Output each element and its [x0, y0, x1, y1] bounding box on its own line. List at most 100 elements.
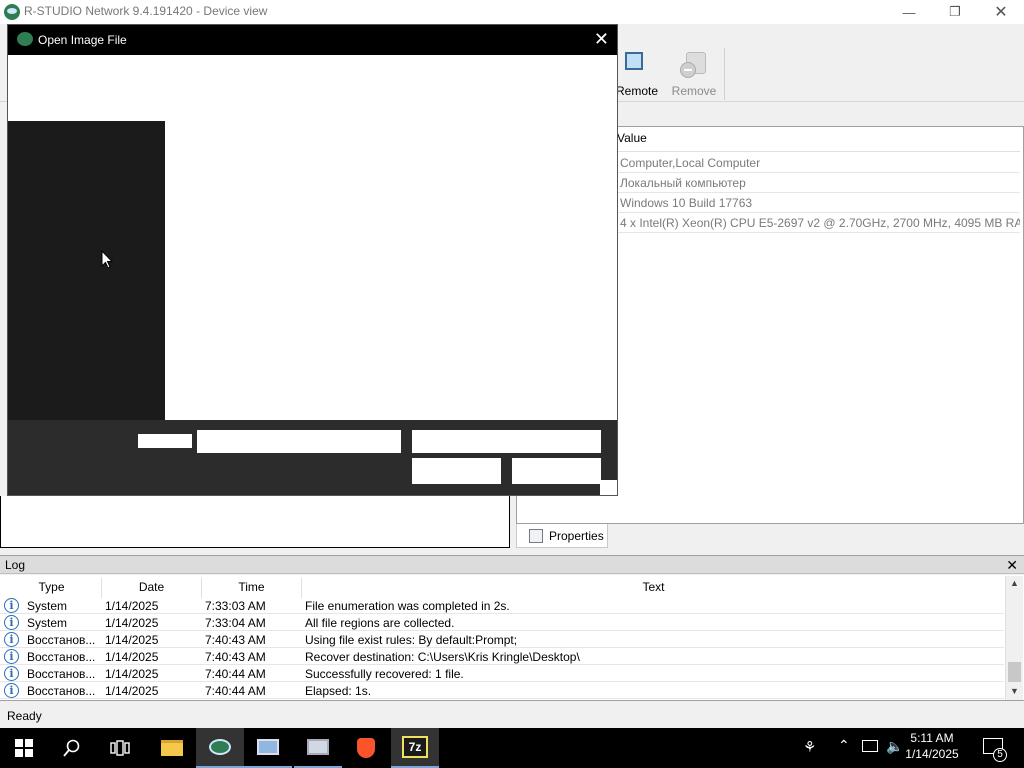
show-hidden-icons-chevron-icon[interactable]: ⌃: [838, 737, 850, 754]
minimize-button[interactable]: —: [886, 0, 932, 24]
log-title: Log: [5, 558, 26, 572]
log-type: Восстанов...: [27, 633, 96, 647]
mouse-cursor-icon: [101, 250, 113, 269]
property-value[interactable]: 4 x Intel(R) Xeon(R) CPU E5-2697 v2 @ 2.…: [616, 213, 1020, 233]
restore-button[interactable]: ❐: [932, 0, 978, 24]
file-name-input[interactable]: [197, 430, 401, 453]
log-time: 7:33:04 AM: [205, 616, 266, 630]
network-drive-icon: [307, 739, 329, 755]
tab-properties-label: Properties: [549, 528, 604, 543]
dialog-close-button[interactable]: ✕: [594, 29, 609, 50]
log-text: All file regions are collected.: [305, 616, 455, 630]
info-icon: i: [4, 598, 19, 613]
task-view-icon: [110, 740, 130, 756]
remove-icon: [680, 50, 708, 78]
log-text: Elapsed: 1s.: [305, 684, 372, 698]
column-header-type[interactable]: Type: [2, 578, 102, 598]
log-row[interactable]: i System 1/14/2025 7:33:04 AM All file r…: [0, 614, 1004, 631]
column-header-text[interactable]: Text: [302, 578, 1005, 598]
log-scrollbar[interactable]: ▲ ▼: [1005, 576, 1023, 700]
value-column-header[interactable]: Value: [617, 131, 647, 145]
log-date: 1/14/2025: [105, 667, 159, 681]
taskbar: 7z ⚘ ⌃ 🔈 5:11 AM 1/14/2025 5: [0, 728, 1024, 768]
log-row[interactable]: i Восстанов... 1/14/2025 7:40:43 AM Reco…: [0, 648, 1004, 665]
device-tree-pane[interactable]: [0, 496, 510, 548]
info-icon: i: [4, 666, 19, 681]
brave-icon: [357, 738, 375, 758]
search-button[interactable]: [48, 728, 96, 768]
taskbar-clock[interactable]: 5:11 AM 1/14/2025: [892, 730, 972, 762]
toolbar-separator: [724, 48, 725, 100]
log-type: Восстанов...: [27, 684, 96, 698]
open-image-file-dialog: Open Image File ✕: [7, 24, 618, 496]
taskbar-app-4[interactable]: [294, 728, 342, 768]
log-type: System: [27, 616, 68, 630]
file-type-select[interactable]: [412, 430, 601, 453]
info-icon: i: [4, 649, 19, 664]
start-button[interactable]: [0, 728, 48, 768]
clock-time: 5:11 AM: [910, 731, 954, 745]
taskbar-app-3[interactable]: [244, 728, 292, 768]
property-value[interactable]: Локальный компьютер: [616, 173, 1020, 193]
cancel-button[interactable]: [512, 458, 601, 484]
dialog-app-icon: [17, 32, 33, 46]
resize-grip[interactable]: [600, 480, 617, 495]
taskbar-7zip[interactable]: 7z: [391, 728, 439, 768]
status-bar: Ready: [0, 704, 1024, 728]
log-type: Восстанов...: [27, 650, 96, 664]
rstudio-icon: [209, 739, 231, 755]
remove-button[interactable]: Remove: [663, 26, 725, 102]
log-row[interactable]: i Восстанов... 1/14/2025 7:40:44 AM Succ…: [0, 665, 1004, 682]
task-view-button[interactable]: [96, 728, 144, 768]
log-text: Recover destination: C:\Users\Kris Kring…: [305, 650, 580, 664]
column-header-date[interactable]: Date: [102, 578, 202, 598]
network-icon[interactable]: [862, 740, 878, 752]
window-titlebar: R-STUDIO Network 9.4.191420 - Device vie…: [0, 0, 1024, 24]
log-time: 7:33:03 AM: [205, 599, 266, 613]
log-text: Using file exist rules: By default:Promp…: [305, 633, 518, 647]
dialog-footer: [8, 420, 617, 495]
people-icon[interactable]: ⚘: [803, 738, 816, 756]
log-close-icon[interactable]: ✕: [1006, 557, 1018, 574]
7zip-icon: 7z: [402, 736, 428, 758]
navigation-pane[interactable]: [8, 121, 165, 421]
log-header: Log ✕: [0, 555, 1024, 574]
column-header-time[interactable]: Time: [202, 578, 302, 598]
log-date: 1/14/2025: [105, 650, 159, 664]
log-time: 7:40:43 AM: [205, 633, 266, 647]
log-row[interactable]: i Восстанов... 1/14/2025 7:40:44 AM Elap…: [0, 682, 1004, 699]
remote-icon: [623, 50, 651, 78]
log-text: File enumeration was completed in 2s.: [305, 599, 510, 613]
windows-logo-icon: [15, 739, 33, 757]
scroll-down-icon[interactable]: ▼: [1010, 686, 1019, 696]
log-date: 1/14/2025: [105, 616, 159, 630]
log-row[interactable]: i System 1/14/2025 7:33:03 AM File enume…: [0, 597, 1004, 614]
info-icon: i: [4, 615, 19, 630]
property-value[interactable]: Computer,Local Computer: [616, 153, 1020, 173]
scroll-thumb[interactable]: [1008, 662, 1021, 682]
taskbar-brave[interactable]: [342, 728, 390, 768]
info-icon: i: [4, 683, 19, 698]
computer-icon: [257, 739, 279, 755]
close-button[interactable]: ✕: [978, 0, 1024, 24]
property-value[interactable]: Windows 10 Build 17763: [616, 193, 1020, 213]
dialog-titlebar: Open Image File ✕: [8, 25, 617, 55]
folder-icon: [161, 740, 183, 756]
dialog-title: Open Image File: [38, 33, 127, 47]
log-text: Successfully recovered: 1 file.: [305, 667, 464, 681]
tab-properties[interactable]: Properties: [516, 524, 608, 548]
notification-count-badge: 5: [993, 748, 1007, 762]
window-title: R-STUDIO Network 9.4.191420 - Device vie…: [24, 4, 268, 18]
log-date: 1/14/2025: [105, 633, 159, 647]
taskbar-rstudio[interactable]: [196, 728, 244, 768]
scroll-up-icon[interactable]: ▲: [1010, 578, 1019, 588]
taskbar-file-explorer[interactable]: [148, 728, 196, 768]
properties-icon: [529, 528, 543, 543]
open-button[interactable]: [412, 458, 501, 484]
log-type: Восстанов...: [27, 667, 96, 681]
log-date: 1/14/2025: [105, 599, 159, 613]
app-icon: [4, 4, 20, 20]
remote-label: Remote: [615, 84, 659, 98]
log-row[interactable]: i Восстанов... 1/14/2025 7:40:43 AM Usin…: [0, 631, 1004, 648]
status-text: Ready: [7, 709, 42, 723]
